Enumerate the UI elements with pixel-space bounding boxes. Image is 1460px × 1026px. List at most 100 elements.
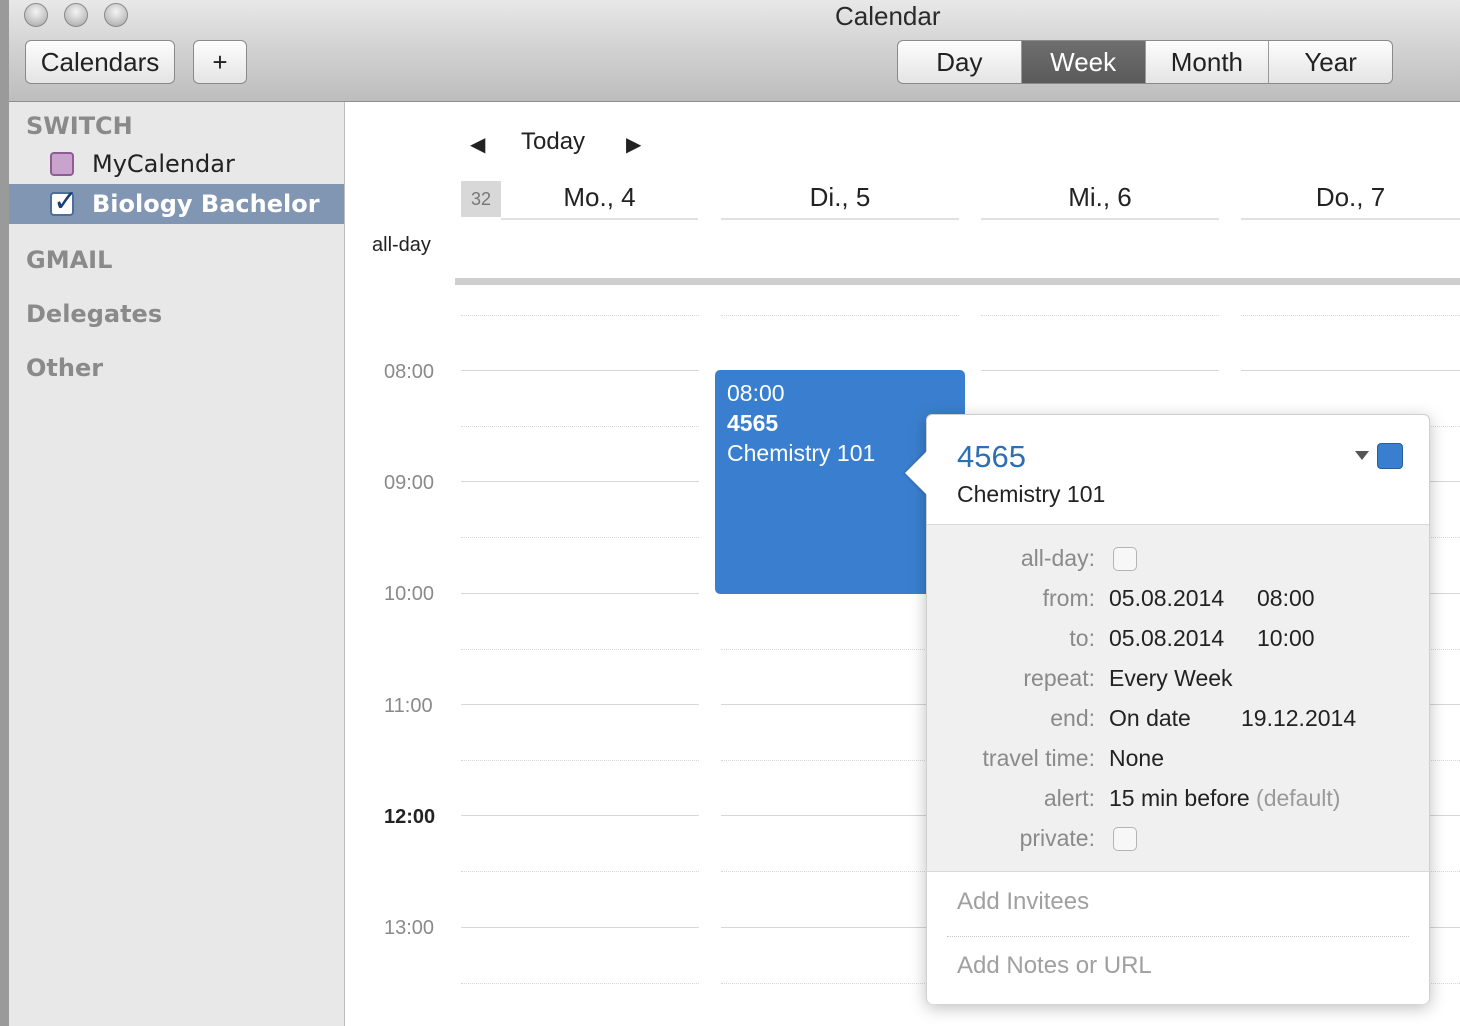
hour-line — [461, 593, 699, 594]
window-title: Calendar — [835, 1, 941, 31]
view-week-button[interactable]: Week — [1021, 41, 1146, 83]
allday-checkbox[interactable] — [1113, 547, 1137, 571]
end-select[interactable]: On date — [1109, 705, 1191, 732]
all-day-label: all-day — [372, 234, 431, 256]
triangle-right-icon[interactable]: ▶ — [626, 132, 641, 157]
event-time: 08:00 — [727, 380, 785, 406]
half-hour-line — [981, 315, 1219, 316]
day-header-mi[interactable]: Mi., 6 — [981, 182, 1219, 220]
alert-value: 15 min before — [1109, 785, 1250, 811]
view-month-button[interactable]: Month — [1146, 41, 1270, 83]
from-row: from: 05.08.2014 08:00 — [927, 585, 1429, 615]
add-event-button[interactable]: + — [193, 40, 247, 84]
hour-line — [461, 927, 699, 928]
day-header-do[interactable]: Do., 7 — [1241, 182, 1460, 220]
from-time-field[interactable]: 08:00 — [1257, 585, 1315, 612]
sidebar-group-delegates[interactable]: Delegates — [26, 300, 162, 328]
add-invitees-field[interactable]: Add Invitees — [957, 888, 1089, 916]
to-date-field[interactable]: 05.08.2014 — [1109, 625, 1224, 652]
hour-line — [461, 704, 699, 705]
to-time-field[interactable]: 10:00 — [1257, 625, 1315, 652]
time-label-noon: 12:00 — [384, 806, 436, 828]
event-code: 4565 — [727, 410, 779, 436]
hour-line — [721, 815, 959, 816]
half-hour-line — [1241, 315, 1460, 316]
half-hour-line — [461, 760, 699, 761]
to-row: to: 05.08.2014 10:00 — [927, 625, 1429, 655]
day-header-label: Mo., 4 — [563, 182, 636, 212]
sidebar-item-biology-bachelor[interactable]: Biology Bachelor — [9, 184, 344, 224]
all-day-separator — [455, 278, 1460, 285]
half-hour-line — [461, 537, 699, 538]
travel-time-select[interactable]: None — [1109, 745, 1164, 772]
sidebar-item-label: MyCalendar — [92, 150, 235, 178]
sidebar-item-label: Biology Bachelor — [92, 190, 320, 218]
half-hour-line — [721, 649, 959, 650]
event-location-field[interactable]: Chemistry 101 — [957, 481, 1105, 508]
add-notes-field[interactable]: Add Notes or URL — [957, 952, 1152, 980]
travel-time-label: travel time: — [982, 745, 1095, 771]
repeat-select[interactable]: Every Week — [1109, 665, 1233, 692]
day-header-label: Do., 7 — [1315, 182, 1386, 212]
hour-line — [981, 370, 1219, 371]
event-title-field[interactable]: 4565 — [957, 439, 1026, 475]
day-header-mo[interactable]: Mo., 4 — [501, 182, 698, 220]
allday-row: all-day: — [927, 545, 1429, 575]
calendar-checkbox-checked[interactable] — [50, 184, 78, 219]
from-date-field[interactable]: 05.08.2014 — [1109, 585, 1224, 612]
window-left-edge — [0, 0, 9, 1026]
end-row: end: On date 19.12.2014 — [927, 705, 1429, 735]
day-header-di[interactable]: Di., 5 — [721, 182, 959, 220]
triangle-left-icon[interactable]: ◀ — [470, 132, 485, 157]
time-label: 08:00 — [384, 361, 435, 383]
toolbar: Calendar Calendars + Day Week Month Year — [0, 0, 1460, 102]
end-date-field[interactable]: 19.12.2014 — [1241, 705, 1356, 732]
private-checkbox[interactable] — [1113, 827, 1137, 851]
travel-time-row: travel time: None — [927, 745, 1429, 775]
alert-default-note: (default) — [1256, 785, 1341, 811]
half-hour-line — [461, 315, 699, 316]
hour-line — [461, 370, 699, 371]
sidebar-group-gmail[interactable]: GMAIL — [26, 246, 112, 274]
to-label: to: — [1069, 625, 1095, 651]
week-number-badge: 32 — [461, 181, 501, 217]
event-details-popover: 4565 Chemistry 101 all-day: from: 05.08.… — [905, 414, 1430, 1004]
repeat-label: repeat: — [1023, 665, 1095, 691]
alert-select[interactable]: 15 min before (default) — [1109, 785, 1340, 812]
sidebar-item-mycalendar[interactable]: MyCalendar — [9, 144, 344, 184]
day-header-label: Di., 5 — [809, 182, 871, 212]
from-label: from: — [1042, 585, 1095, 611]
calendar-color-swatch[interactable] — [1377, 443, 1403, 469]
sidebar-group-other[interactable]: Other — [26, 354, 103, 382]
half-hour-line — [461, 649, 699, 650]
today-button[interactable]: Today — [521, 128, 585, 156]
repeat-row: repeat: Every Week — [927, 665, 1429, 695]
sidebar-group-switch[interactable]: SWITCH — [26, 112, 133, 140]
day-header-label: Mi., 6 — [1068, 182, 1132, 212]
half-hour-line — [721, 760, 959, 761]
view-day-button[interactable]: Day — [898, 41, 1022, 83]
popover-header: 4565 Chemistry 101 — [927, 415, 1429, 525]
time-label: 10:00 — [384, 583, 435, 605]
popover-arrow — [905, 451, 927, 495]
calendar-sidebar: SWITCH MyCalendar Biology Bachelor GMAIL… — [9, 102, 345, 1026]
view-year-button[interactable]: Year — [1269, 41, 1392, 83]
alert-row: alert: 15 min before (default) — [927, 785, 1429, 815]
hour-line — [721, 927, 959, 928]
calendar-checkbox[interactable] — [50, 152, 74, 176]
popover-footer: Add Invitees Add Notes or URL — [927, 871, 1429, 1004]
calendars-button[interactable]: Calendars — [25, 40, 175, 84]
time-label: 13:00 — [384, 917, 435, 939]
time-label: 11:00 — [384, 695, 433, 717]
hour-line — [721, 704, 959, 705]
time-label: 09:00 — [384, 472, 435, 494]
alert-label: alert: — [1043, 785, 1095, 811]
allday-label: all-day: — [1020, 545, 1095, 571]
private-row: private: — [927, 825, 1429, 855]
calendar-dropdown-icon[interactable] — [1355, 451, 1369, 460]
half-hour-line — [461, 426, 699, 427]
private-label: private: — [1019, 825, 1095, 851]
half-hour-line — [461, 871, 699, 872]
half-hour-line — [721, 983, 959, 984]
half-hour-line — [721, 871, 959, 872]
